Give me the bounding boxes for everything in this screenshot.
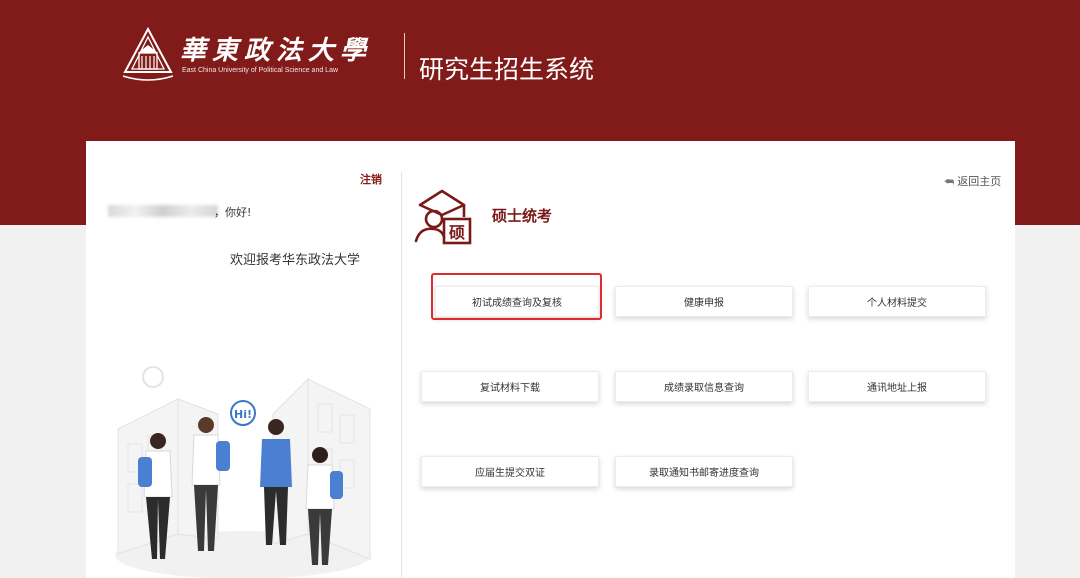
system-title: 研究生招生系统	[419, 55, 595, 84]
panel-divider	[401, 172, 402, 578]
logo-english-name: East China University of Political Scien…	[182, 67, 339, 74]
greeting-text: ，你好!	[214, 206, 252, 219]
admission-letter-tracking-button[interactable]: 录取通知书邮寄进度查询	[615, 456, 793, 487]
logo-chinese-name: 華東政法大學	[180, 36, 373, 66]
mailing-address-button[interactable]: 通讯地址上报	[808, 371, 986, 402]
health-report-button[interactable]: 健康申报	[615, 286, 793, 317]
section-icon-char: 硕	[449, 223, 465, 242]
main-card: 注销 ，你好! 欢迎报考华东政法大学 Hi! ⮪ 返回主页 硕 硕士统考 初试成…	[86, 141, 1015, 578]
personal-materials-button[interactable]: 个人材料提交	[808, 286, 986, 317]
student-figure-2	[191, 417, 230, 551]
back-home-link[interactable]: ⮪ 返回主页	[944, 173, 1001, 189]
university-emblem-icon	[122, 26, 174, 81]
retest-materials-download-button[interactable]: 复试材料下载	[421, 371, 599, 402]
hi-bubble: Hi!	[234, 408, 252, 421]
university-logo[interactable]: 華東政法大學 East China University of Politica…	[120, 26, 370, 84]
admission-info-query-button[interactable]: 成绩录取信息查询	[615, 371, 793, 402]
title-divider	[404, 33, 405, 79]
back-arrow-icon: ⮪	[944, 175, 955, 188]
section-title: 硕士统考	[492, 207, 553, 225]
logout-link[interactable]: 注销	[360, 171, 382, 187]
students-illustration: Hi!	[115, 366, 371, 578]
graduate-certificates-button[interactable]: 应届生提交双证	[421, 456, 599, 487]
back-home-label: 返回主页	[957, 175, 1002, 188]
redacted-username	[108, 205, 218, 217]
welcome-message: 欢迎报考华东政法大学	[230, 253, 361, 268]
score-query-review-button[interactable]: 初试成绩查询及复核	[435, 286, 599, 317]
graduate-cap-icon: 硕	[414, 189, 472, 245]
